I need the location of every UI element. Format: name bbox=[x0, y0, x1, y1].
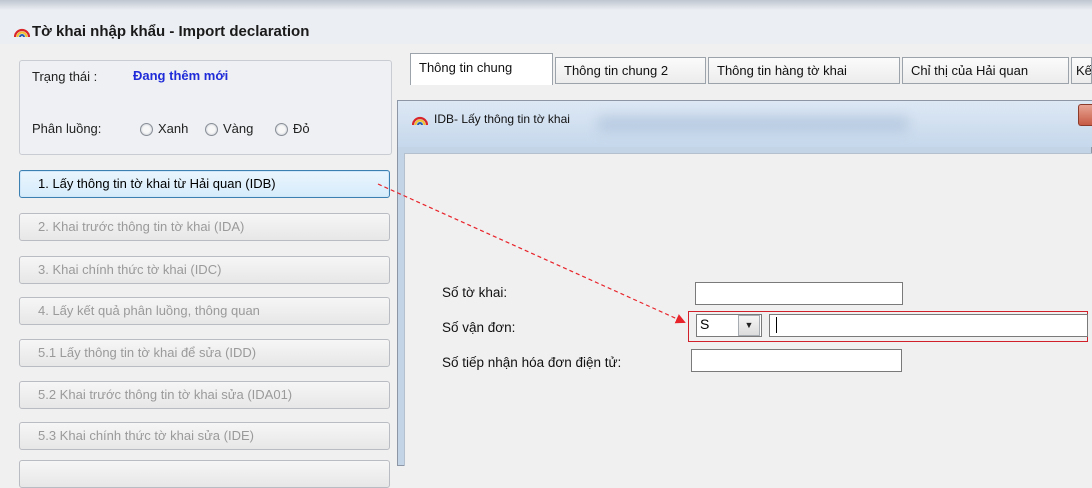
annotation-arrow bbox=[377, 183, 686, 324]
